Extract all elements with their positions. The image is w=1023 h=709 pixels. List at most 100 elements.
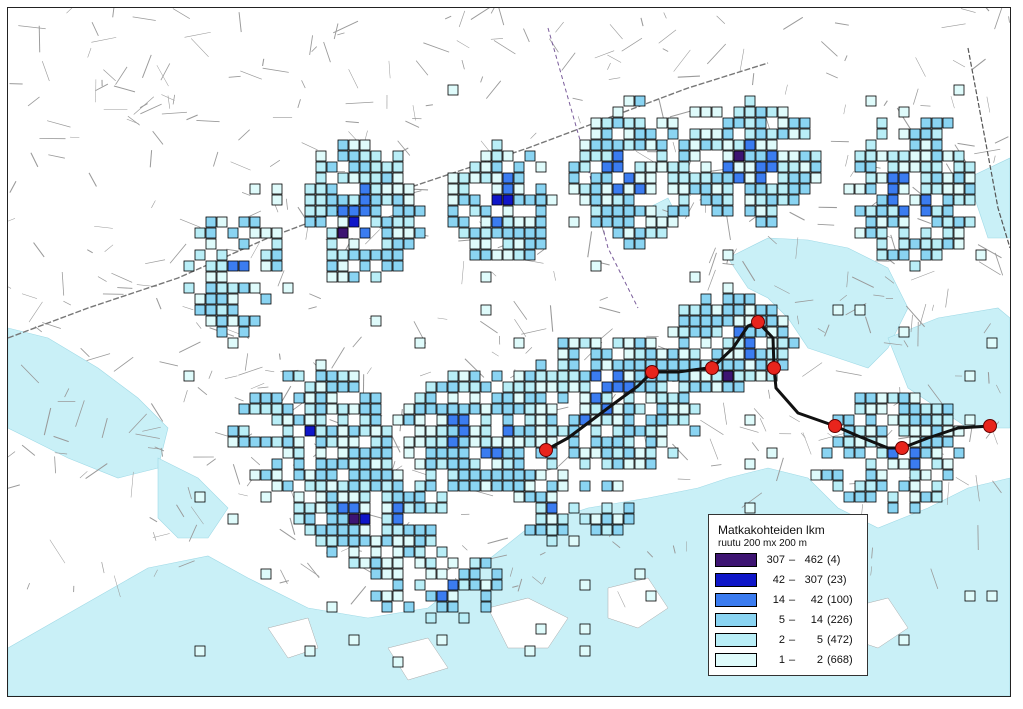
map-frame[interactable]: Matkakohteiden lkm ruutu 200 mx 200 m 30… — [7, 7, 1011, 697]
grid-cell — [216, 282, 228, 294]
grid-cell — [315, 150, 327, 162]
grid-cell — [678, 392, 690, 404]
grid-cell — [491, 403, 503, 415]
grid-cell — [931, 216, 943, 228]
grid-cell — [370, 414, 382, 426]
grid-cell — [194, 645, 206, 657]
grid-cell — [370, 172, 382, 184]
grid-cell — [513, 216, 525, 228]
grid-cell — [590, 150, 602, 162]
grid-cell — [777, 337, 789, 349]
grid-cell — [766, 128, 778, 140]
grid-cell — [568, 337, 580, 349]
grid-cell — [953, 161, 965, 173]
grid-cell — [348, 271, 360, 283]
grid-cell — [403, 227, 415, 239]
legend-dash: – — [789, 554, 796, 566]
grid-cell — [623, 370, 635, 382]
grid-cell — [315, 491, 327, 503]
legend-swatch — [715, 553, 757, 567]
grid-cell — [931, 436, 943, 448]
grid-cell — [392, 172, 404, 184]
legend-swatch — [715, 593, 757, 607]
grid-cell — [788, 150, 800, 162]
grid-cell — [337, 381, 349, 393]
grid-cell — [656, 392, 668, 404]
grid-cell — [942, 458, 954, 470]
grid-cell — [920, 249, 932, 261]
grid-cell — [843, 447, 855, 459]
grid-cell — [535, 161, 547, 173]
station-marker — [751, 315, 765, 329]
grid-cell — [590, 139, 602, 151]
grid-cell — [733, 293, 745, 305]
grid-cell — [799, 172, 811, 184]
legend-swatch — [715, 633, 757, 647]
grid-cell — [282, 282, 294, 294]
grid-cell — [722, 249, 734, 261]
grid-cell — [777, 183, 789, 195]
grid-cell — [546, 425, 558, 437]
grid-cell — [546, 535, 558, 547]
grid-cell — [205, 293, 217, 305]
grid-cell — [194, 491, 206, 503]
grid-cell — [414, 425, 426, 437]
grid-cell — [326, 480, 338, 492]
grid-cell — [909, 260, 921, 272]
grid-cell — [876, 227, 888, 239]
grid-cell — [656, 139, 668, 151]
grid-cell — [623, 172, 635, 184]
grid-cell — [447, 579, 459, 591]
grid-cell — [678, 139, 690, 151]
grid-cell — [601, 359, 613, 371]
grid-cell — [238, 282, 250, 294]
grid-cell — [458, 183, 470, 195]
grid-cell — [359, 194, 371, 206]
grid-cell — [403, 414, 415, 426]
grid-cell — [964, 183, 976, 195]
grid-cell — [414, 557, 426, 569]
station-marker — [983, 419, 997, 433]
grid-cell — [205, 304, 217, 316]
grid-cell — [645, 425, 657, 437]
grid-cell — [227, 282, 239, 294]
grid-cell — [931, 480, 943, 492]
grid-cell — [403, 447, 415, 459]
grid-cell — [447, 194, 459, 206]
grid-cell — [953, 447, 965, 459]
grid-cell — [337, 458, 349, 470]
grid-cell — [381, 260, 393, 272]
grid-cell — [436, 502, 448, 514]
grid-cell — [711, 205, 723, 217]
grid-cell — [612, 161, 624, 173]
legend-count: (23) — [827, 574, 847, 586]
grid-cell — [392, 161, 404, 173]
grid-cell — [876, 128, 888, 140]
grid-cell — [909, 414, 921, 426]
grid-cell — [337, 271, 349, 283]
grid-cell — [898, 392, 910, 404]
grid-cell — [678, 315, 690, 327]
grid-cell — [832, 480, 844, 492]
grid-cell — [216, 271, 228, 283]
legend-max: 42 — [810, 594, 823, 606]
grid-cell — [359, 150, 371, 162]
grid-cell — [458, 469, 470, 481]
grid-cell — [733, 304, 745, 316]
grid-cell — [601, 172, 613, 184]
grid-cell — [755, 106, 767, 118]
grid-cell — [667, 447, 679, 459]
grid-cell — [458, 172, 470, 184]
grid-cell — [326, 381, 338, 393]
grid-cell — [524, 645, 536, 657]
grid-cell — [502, 469, 514, 481]
grid-cell — [788, 172, 800, 184]
grid-cell — [568, 161, 580, 173]
grid-cell — [656, 348, 668, 360]
grid-cell — [447, 403, 459, 415]
grid-cell — [392, 249, 404, 261]
grid-cell — [216, 326, 228, 338]
grid-cell — [777, 117, 789, 129]
grid-cell — [612, 150, 624, 162]
grid-cell — [678, 161, 690, 173]
